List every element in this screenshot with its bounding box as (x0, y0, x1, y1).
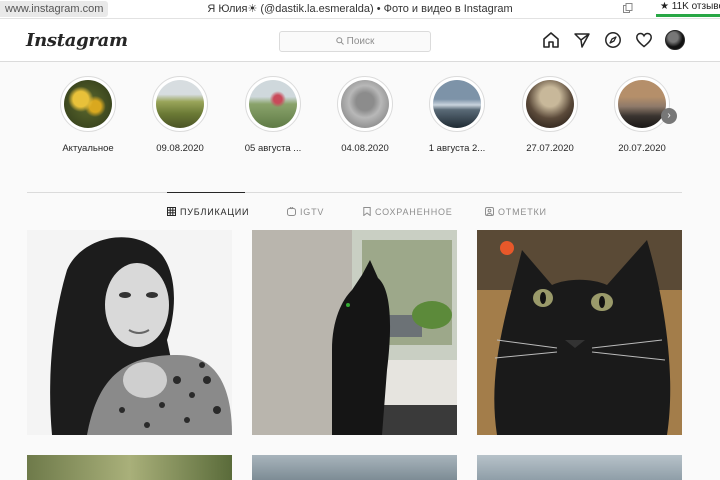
search-placeholder: Поиск (346, 36, 375, 47)
home-icon[interactable] (542, 31, 560, 49)
story-ring (522, 76, 578, 132)
tab-label: ПУБЛИКАЦИИ (180, 207, 250, 217)
post-image-portrait (27, 230, 232, 435)
copy-icon[interactable] (623, 3, 633, 13)
story-label: 1 августа 2... (428, 143, 486, 154)
story-thumbnail (156, 80, 204, 128)
grid-icon (167, 207, 176, 216)
heart-icon[interactable] (635, 31, 653, 49)
tagged-icon (485, 207, 494, 216)
story-ring (614, 76, 670, 132)
story-thumbnail (249, 80, 297, 128)
tab-igtv[interactable]: IGTV (287, 206, 325, 217)
bookmark-icon (363, 207, 371, 217)
instagram-logo[interactable]: Instagram (26, 30, 128, 51)
story-thumbnail (618, 80, 666, 128)
post-thumbnail[interactable] (252, 455, 457, 480)
story-thumbnail (341, 80, 389, 128)
story-ring (337, 76, 393, 132)
page-title: Я Юлия☀ (@dastik.la.esmeralda) • Фото и … (207, 3, 513, 15)
tab-label: СОХРАНЕННОЕ (375, 207, 453, 217)
story-ring (60, 76, 116, 132)
post-thumbnail[interactable] (27, 230, 232, 435)
story-thumbnail (526, 80, 574, 128)
story-item[interactable]: 1 августа 2... (417, 76, 497, 154)
post-thumbnail[interactable] (252, 230, 457, 435)
story-label: 27.07.2020 (526, 143, 574, 154)
story-ring (245, 76, 301, 132)
ig-header: Instagram Поиск (0, 19, 720, 62)
post-thumbnail[interactable] (477, 455, 682, 480)
igtv-icon (287, 206, 296, 216)
tab-label: ОТМЕТКИ (498, 207, 547, 217)
story-ring (429, 76, 485, 132)
story-item[interactable]: 04.08.2020 (325, 76, 405, 154)
post-image-cat-closeup (477, 230, 682, 435)
story-label: 20.07.2020 (618, 143, 666, 154)
avatar[interactable] (665, 30, 685, 50)
story-label: 09.08.2020 (156, 143, 204, 154)
story-thumbnail (433, 80, 481, 128)
chevron-right-icon[interactable]: › (661, 108, 677, 124)
story-label: 05 августа ... (244, 143, 302, 154)
search-icon (335, 37, 344, 45)
search-input[interactable]: Поиск (279, 31, 431, 52)
story-item[interactable]: Актуальное (48, 76, 128, 154)
story-ring (152, 76, 208, 132)
tab-label: IGTV (300, 207, 325, 217)
story-item[interactable]: 05 августа ... (233, 76, 313, 154)
tabs-divider (27, 192, 682, 193)
post-thumbnail[interactable] (27, 455, 232, 480)
reviews-badge[interactable]: ★ 11K отзыво (656, 0, 720, 17)
tab-posts[interactable]: ПУБЛИКАЦИИ (167, 207, 249, 217)
direct-icon[interactable] (573, 31, 591, 49)
post-thumbnail[interactable] (477, 230, 682, 435)
browser-bar: www.instagram.com Я Юлия☀ (@dastik.la.es… (0, 0, 720, 19)
post-image-cat-window (252, 230, 457, 435)
story-label: 04.08.2020 (341, 143, 389, 154)
tab-tagged[interactable]: ОТМЕТКИ (485, 207, 547, 217)
story-thumbnail (64, 80, 112, 128)
active-tab-indicator (167, 192, 245, 193)
story-item[interactable]: 27.07.2020 (510, 76, 590, 154)
story-label: Актуальное (62, 143, 114, 154)
story-item[interactable]: 09.08.2020 (140, 76, 220, 154)
tab-saved[interactable]: СОХРАНЕННОЕ (363, 207, 453, 217)
explore-icon[interactable] (604, 31, 622, 49)
